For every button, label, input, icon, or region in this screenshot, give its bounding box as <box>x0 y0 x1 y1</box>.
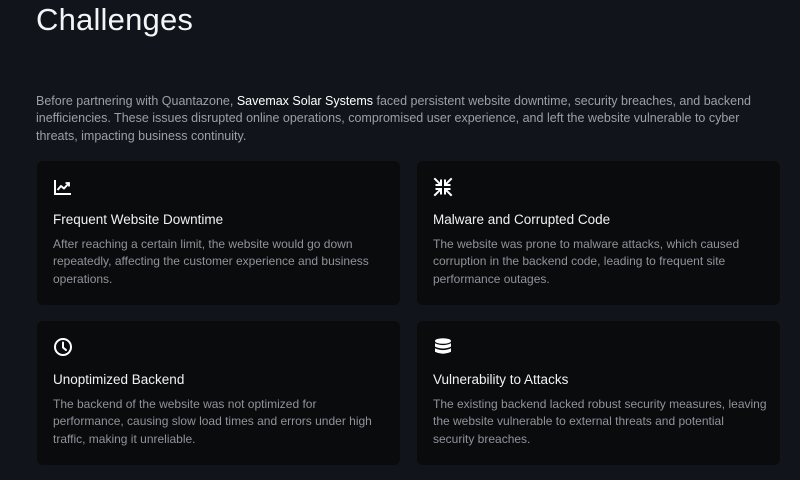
card-title: Vulnerability to Attacks <box>433 372 569 387</box>
intro-text-before: Before partnering with Quantazone, <box>36 94 237 108</box>
challenge-card-vulnerability: Vulnerability to Attacks The existing ba… <box>417 321 780 465</box>
card-description: After reaching a certain limit, the webs… <box>53 237 369 286</box>
card-title: Unoptimized Backend <box>53 372 185 387</box>
card-title: Malware and Corrupted Code <box>433 212 611 227</box>
card-title: Frequent Website Downtime <box>53 212 224 227</box>
card-description: The website was prone to malware attacks… <box>433 237 740 286</box>
minimize-arrows-icon <box>433 177 453 197</box>
intro-company-name: Savemax Solar Systems <box>236 94 373 108</box>
challenges-section: Challenges Before partnering with Quanta… <box>0 0 800 480</box>
trend-chart-icon <box>53 177 73 197</box>
clock-icon <box>53 337 73 357</box>
card-description: The existing backend lacked robust secur… <box>433 397 767 446</box>
section-intro: Before partnering with Quantazone, Savem… <box>36 93 781 145</box>
challenge-card-downtime: Frequent Website Downtime After reaching… <box>37 161 400 305</box>
section-title: Challenges <box>36 2 194 37</box>
challenge-card-malware: Malware and Corrupted Code The website w… <box>417 161 780 305</box>
card-description: The backend of the website was not optim… <box>53 397 372 446</box>
challenge-card-backend: Unoptimized Backend The backend of the w… <box>37 321 400 465</box>
database-icon <box>433 337 453 357</box>
